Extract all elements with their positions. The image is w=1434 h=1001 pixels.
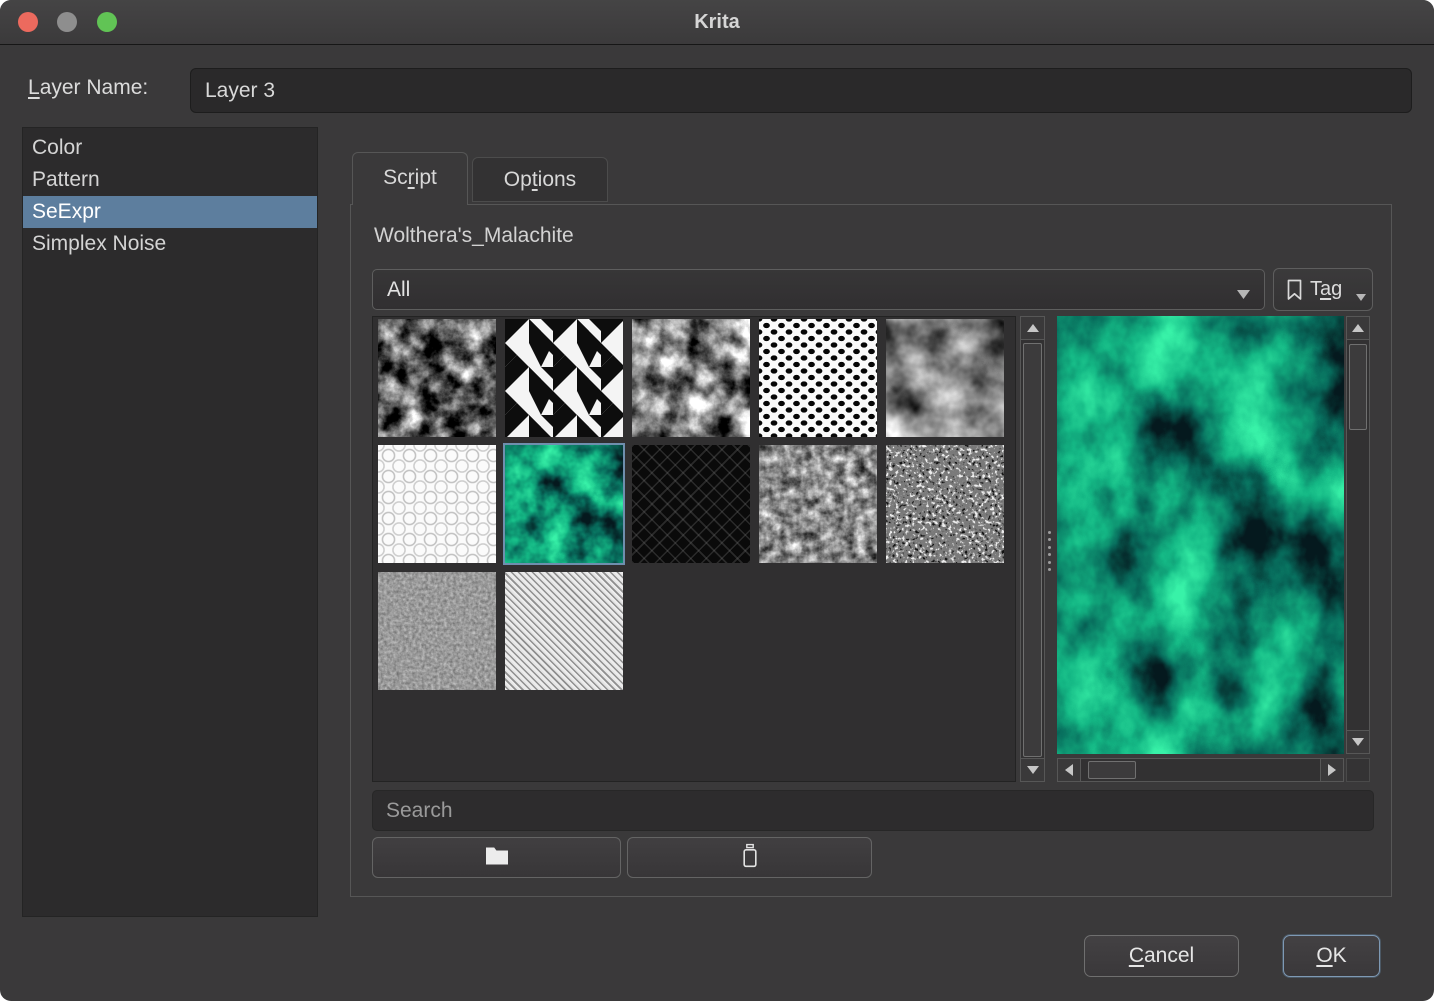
scrollbar-thumb[interactable] [1023, 343, 1042, 757]
list-item-seexpr[interactable]: SeExpr [23, 196, 317, 228]
tag-filter-value: All [387, 270, 410, 309]
scroll-up-button[interactable] [1021, 317, 1044, 340]
pattern-thumb[interactable] [886, 445, 1004, 563]
scroll-up-button[interactable] [1347, 317, 1369, 340]
pattern-grid [372, 316, 1016, 782]
tag-filter-dropdown[interactable]: All [372, 269, 1265, 310]
pattern-thumb[interactable] [378, 445, 496, 563]
pattern-thumb[interactable] [632, 445, 750, 563]
pattern-thumb[interactable] [759, 445, 877, 563]
window-title: Krita [0, 0, 1434, 45]
pattern-thumb[interactable] [505, 319, 623, 437]
tab-options[interactable]: Options [472, 157, 608, 202]
trash-icon [741, 843, 759, 873]
splitter-handle[interactable] [1045, 531, 1054, 571]
cancel-button[interactable]: Cancel [1084, 935, 1239, 977]
scroll-down-button[interactable] [1021, 758, 1044, 781]
pattern-search-input[interactable] [372, 790, 1374, 831]
selected-pattern-name: Wolthera's_Malachite [374, 224, 574, 248]
layer-name-label: Layer Name: [28, 76, 148, 100]
scroll-down-button[interactable] [1347, 730, 1369, 753]
preview-horizontal-scrollbar[interactable] [1057, 758, 1344, 782]
folder-icon [484, 844, 510, 872]
ok-button[interactable]: OK [1283, 935, 1380, 977]
tag-button-label: Tag [1310, 269, 1342, 310]
pattern-preview [1057, 316, 1344, 754]
delete-resource-button[interactable] [627, 837, 872, 878]
pattern-thumb[interactable] [378, 319, 496, 437]
tab-script[interactable]: Script [352, 152, 468, 205]
pattern-grid-scrollbar[interactable] [1020, 316, 1045, 782]
generator-type-list: Color Pattern SeExpr Simplex Noise [22, 127, 318, 917]
script-tab-panel: Wolthera's_Malachite All Tag [350, 204, 1392, 897]
bookmark-icon [1286, 279, 1303, 306]
import-resource-button[interactable] [372, 837, 621, 878]
titlebar: Krita [0, 0, 1434, 45]
pattern-thumb-selected[interactable] [505, 445, 623, 563]
pattern-thumb[interactable] [378, 572, 496, 690]
scrollbar-thumb[interactable] [1349, 344, 1367, 430]
list-item-simplex-noise[interactable]: Simplex Noise [23, 228, 317, 260]
scrollbar-thumb[interactable] [1088, 761, 1136, 779]
layer-name-input[interactable] [190, 68, 1412, 113]
scroll-left-button[interactable] [1058, 759, 1081, 781]
list-item-pattern[interactable]: Pattern [23, 164, 317, 196]
pattern-thumb[interactable] [505, 572, 623, 690]
chevron-down-icon [1237, 286, 1250, 304]
pattern-thumb[interactable] [886, 319, 1004, 437]
chevron-down-icon [1356, 288, 1366, 306]
krita-fill-layer-dialog: Krita Layer Name: Color Pattern SeExpr S… [0, 0, 1434, 1001]
scrollbar-corner [1346, 758, 1370, 782]
list-item-color[interactable]: Color [23, 132, 317, 164]
pattern-thumb[interactable] [632, 319, 750, 437]
preview-vertical-scrollbar[interactable] [1346, 316, 1370, 754]
tag-button[interactable]: Tag [1273, 268, 1373, 311]
scroll-right-button[interactable] [1320, 759, 1343, 781]
pattern-thumb[interactable] [759, 319, 877, 437]
